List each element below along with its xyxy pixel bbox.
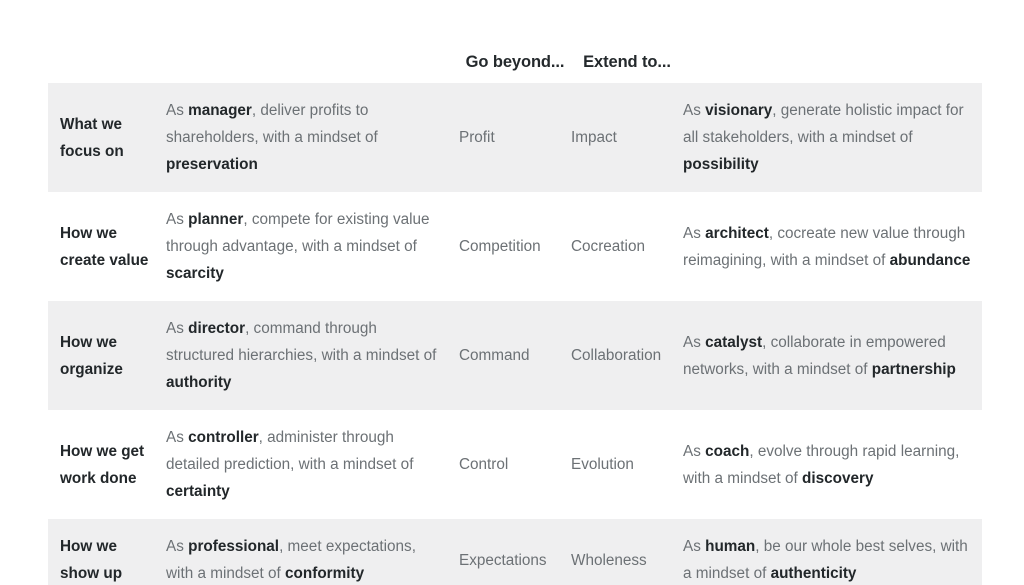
row-from-narrative-text: As planner, compete for existing value t… [166,192,459,301]
narrative-role: controller [188,429,259,446]
row-go-beyond-cell: Expectations [459,519,571,585]
row-from-narrative-cell: As director, command through structured … [166,301,459,410]
narrative-role: human [705,538,756,555]
narrative-role: visionary [705,102,773,119]
row-go-beyond-value: Expectations [459,551,547,569]
row-go-beyond-value: Control [459,456,509,473]
column-header-from-narrative [166,8,459,83]
row-extend-to-cell: Cocreation [571,192,683,301]
row-dimension-cell: How we get work done [48,410,166,519]
row-to-narrative-text: As catalyst, collaborate in empowered ne… [683,315,982,397]
table-row: How we organize As director, command thr… [48,301,982,410]
narrative-prefix: As [683,333,706,351]
row-from-narrative-text: As director, command through structured … [166,301,459,410]
narrative-prefix: As [166,211,189,228]
narrative-mindset: discovery [802,469,874,487]
row-extend-to-cell: Collaboration [571,301,683,410]
row-extend-to-value: Evolution [571,456,634,473]
row-to-narrative-text: As architect, cocreate new value through… [683,206,982,288]
narrative-mindset: partnership [871,360,956,378]
narrative-prefix: As [683,442,706,460]
row-to-narrative-text: As visionary, generate holistic impact f… [683,83,982,192]
row-to-narrative-cell: As architect, cocreate new value through… [683,192,982,301]
row-extend-to-value: Cocreation [571,238,645,255]
table-row: What we focus on As manager, deliver pro… [48,83,982,192]
table-body: What we focus on As manager, deliver pro… [48,83,982,585]
column-header-extend-to-label: Extend to... [583,52,671,71]
table-row: How we show up As professional, meet exp… [48,519,982,585]
table-row: How we create value As planner, compete … [48,192,982,301]
narrative-mindset: authority [166,374,232,391]
row-extend-to-value: Impact [571,129,617,146]
row-to-narrative-text: As human, be our whole best selves, with… [683,519,982,585]
row-to-narrative-cell: As visionary, generate holistic impact f… [683,83,982,192]
narrative-role: manager [188,102,252,119]
column-header-extend-to: Extend to... [571,8,683,83]
row-dimension-cell: How we organize [48,301,166,410]
row-dimension-cell: What we focus on [48,83,166,192]
row-dimension-cell: How we create value [48,192,166,301]
row-from-narrative-text: As professional, meet expectations, with… [166,519,459,585]
row-from-narrative-text: As manager, deliver profits to sharehold… [166,83,459,192]
row-go-beyond-cell: Profit [459,83,571,192]
row-from-narrative-cell: As controller, administer through detail… [166,410,459,519]
row-go-beyond-cell: Competition [459,192,571,301]
narrative-prefix: As [166,538,189,555]
narrative-prefix: As [683,224,706,242]
narrative-prefix: As [683,538,706,555]
narrative-mindset: authenticity [770,565,857,582]
row-to-narrative-cell: As human, be our whole best selves, with… [683,519,982,585]
row-dimension-label: How we create value [60,224,149,269]
narrative-mindset: conformity [285,565,365,582]
column-header-go-beyond-label: Go beyond... [465,52,565,71]
column-header-go-beyond: Go beyond... [459,8,571,83]
row-go-beyond-value: Command [459,347,530,364]
row-dimension-label: How we organize [60,333,123,378]
row-go-beyond-cell: Command [459,301,571,410]
narrative-prefix: As [166,102,189,119]
row-extend-to-value: Wholeness [571,551,647,569]
row-to-narrative-text: As coach, evolve through rapid learning,… [683,424,982,506]
row-from-narrative-cell: As manager, deliver profits to sharehold… [166,83,459,192]
leadership-matrix-table: Go beyond... Extend to... What we focus … [48,8,982,585]
narrative-prefix: As [683,102,706,119]
row-dimension-cell: How we show up [48,519,166,585]
row-dimension-label: How we get work done [60,442,145,487]
page-root: Go beyond... Extend to... What we focus … [0,0,1024,585]
table-header-row: Go beyond... Extend to... [48,8,982,83]
row-extend-to-cell: Wholeness [571,519,683,585]
narrative-role: professional [188,538,280,555]
column-header-to-narrative [683,8,982,83]
row-dimension-label: What we focus on [60,115,124,160]
row-to-narrative-cell: As catalyst, collaborate in empowered ne… [683,301,982,410]
row-go-beyond-value: Profit [459,129,495,146]
matrix-table-wrapper: Go beyond... Extend to... What we focus … [48,8,982,585]
narrative-role: architect [705,224,769,242]
table-head: Go beyond... Extend to... [48,8,982,83]
narrative-mindset: scarcity [166,265,224,282]
row-go-beyond-value: Competition [459,238,541,255]
narrative-role: coach [705,442,750,460]
narrative-mindset: possibility [683,156,759,173]
row-extend-to-cell: Evolution [571,410,683,519]
narrative-mindset: certainty [166,483,230,500]
narrative-role: director [188,320,246,337]
row-extend-to-value: Collaboration [571,347,662,364]
row-go-beyond-cell: Control [459,410,571,519]
narrative-mindset: abundance [889,251,971,269]
narrative-mindset: preservation [166,156,258,173]
row-to-narrative-cell: As coach, evolve through rapid learning,… [683,410,982,519]
row-extend-to-cell: Impact [571,83,683,192]
row-from-narrative-cell: As planner, compete for existing value t… [166,192,459,301]
narrative-role: planner [188,211,244,228]
narrative-prefix: As [166,320,189,337]
row-from-narrative-text: As controller, administer through detail… [166,410,459,519]
table-row: How we get work done As controller, admi… [48,410,982,519]
row-from-narrative-cell: As professional, meet expectations, with… [166,519,459,585]
narrative-prefix: As [166,429,189,446]
row-dimension-label: How we show up [60,538,123,582]
narrative-role: catalyst [705,333,763,351]
column-header-dimension [48,8,166,83]
